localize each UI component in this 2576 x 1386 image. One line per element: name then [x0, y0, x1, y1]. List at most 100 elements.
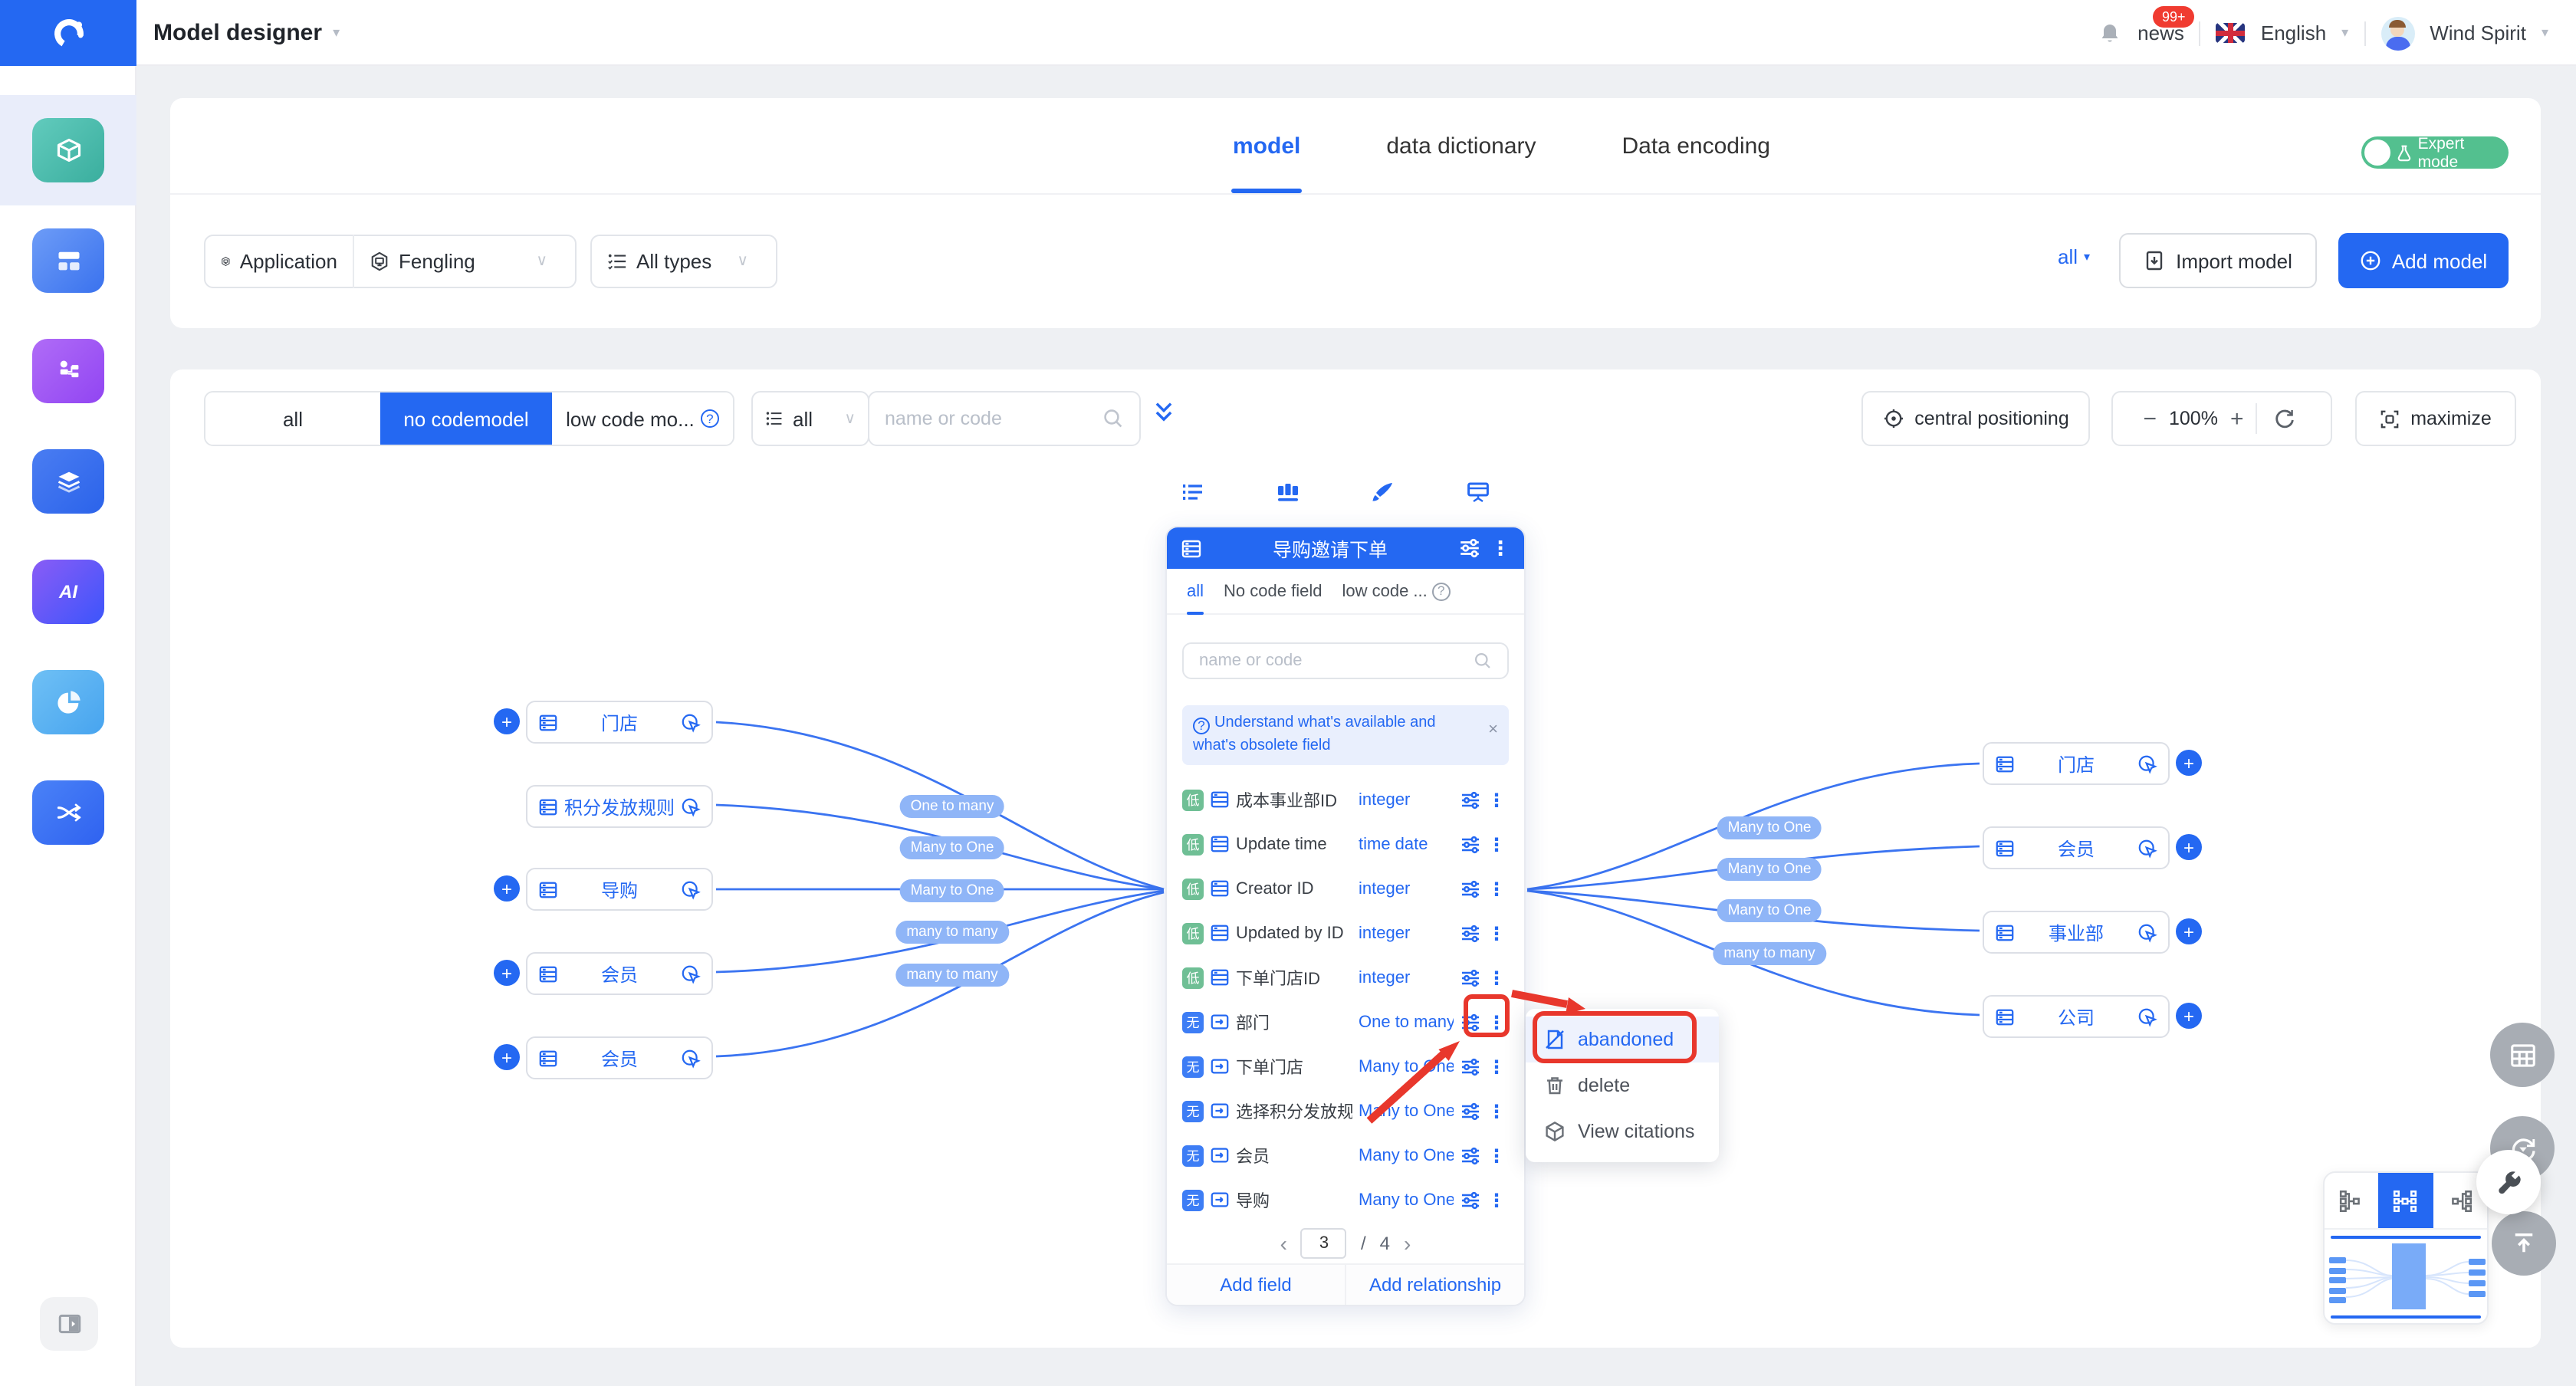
field-kebab-menu[interactable]: ⋮ [1487, 967, 1506, 988]
zoom-reset-button[interactable] [2258, 408, 2313, 429]
zoom-in-button[interactable]: + [2218, 406, 2256, 432]
field-settings-icon[interactable] [1460, 1145, 1481, 1166]
sidebar-item-ai[interactable]: AI [0, 537, 136, 647]
sidebar-item-pages[interactable] [0, 205, 136, 316]
app-logo[interactable] [0, 0, 136, 66]
entity-node-right-0[interactable]: 门店 [1983, 742, 2170, 785]
cursor-click-icon[interactable] [2137, 838, 2157, 858]
username-label[interactable]: Wind Spirit [2430, 21, 2526, 44]
model-kebab-menu[interactable]: ⋮ [1490, 536, 1510, 560]
field-kebab-menu[interactable]: ⋮ [1487, 1145, 1506, 1166]
cursor-click-icon[interactable] [681, 879, 701, 899]
field-settings-icon[interactable] [1460, 1100, 1481, 1122]
entity-node-left-4[interactable]: 会员 [526, 1036, 713, 1079]
canvas-search-input[interactable]: name or code [868, 391, 1141, 446]
add-relation-button[interactable]: + [2176, 918, 2202, 944]
add-relation-button[interactable]: + [494, 708, 520, 734]
add-relation-button[interactable]: + [2176, 834, 2202, 860]
field-kebab-menu[interactable]: ⋮ [1487, 1056, 1506, 1077]
zoom-out-button[interactable]: − [2131, 406, 2169, 432]
tab-data-encoding[interactable]: Data encoding [1622, 98, 1771, 193]
add-model-button[interactable]: Add model [2338, 233, 2509, 288]
cursor-click-icon[interactable] [2137, 1007, 2157, 1026]
menu-item-abandoned[interactable]: abandoned [1526, 1017, 1719, 1062]
field-settings-icon[interactable] [1460, 833, 1481, 855]
field-settings-icon[interactable] [1460, 922, 1481, 944]
expand-filters-button[interactable] [1153, 400, 1175, 425]
cursor-click-icon[interactable] [681, 796, 701, 816]
entity-node-right-2[interactable]: 事业部 [1983, 911, 2170, 954]
cursor-click-icon[interactable] [2137, 754, 2157, 773]
user-caret-icon[interactable]: ▾ [2542, 25, 2548, 41]
expert-mode-toggle[interactable]: Expert mode [2361, 136, 2509, 169]
tab-model[interactable]: model [1233, 98, 1300, 193]
menu-item-view-citations[interactable]: View citations [1526, 1108, 1719, 1154]
field-kebab-menu[interactable]: ⋮ [1487, 878, 1506, 899]
add-relation-button[interactable]: + [494, 875, 520, 902]
back-to-top-fab[interactable] [2492, 1211, 2556, 1276]
sidebar-item-analytics[interactable] [0, 647, 136, 757]
maximize-button[interactable]: maximize [2355, 391, 2516, 446]
field-kebab-menu[interactable]: ⋮ [1487, 1189, 1506, 1210]
field-filter-select[interactable]: all ∨ [751, 391, 869, 446]
bell-icon[interactable] [2098, 21, 2122, 45]
help-icon[interactable]: ? [701, 409, 719, 428]
sidebar-collapse-button[interactable] [40, 1297, 98, 1351]
entity-node-left-3[interactable]: 会员 [526, 952, 713, 995]
field-kebab-menu[interactable]: ⋮ [1487, 922, 1506, 944]
entity-node-left-2[interactable]: 导购 [526, 868, 713, 911]
field-tab-no-code[interactable]: No code field [1224, 568, 1322, 614]
cursor-click-icon[interactable] [681, 712, 701, 732]
language-caret-icon[interactable]: ▾ [2341, 25, 2348, 41]
type-filter-select[interactable]: All types ∨ [590, 235, 777, 288]
sidebar-item-layers[interactable] [0, 426, 136, 537]
add-relation-button[interactable]: + [2176, 750, 2202, 776]
segment-no-code-model[interactable]: no codemodel [380, 392, 552, 445]
add-relation-button[interactable]: + [494, 1044, 520, 1070]
menu-item-delete[interactable]: delete [1526, 1062, 1719, 1108]
add-field-button[interactable]: Add field [1167, 1265, 1345, 1305]
detail-list-icon[interactable] [1181, 480, 1205, 504]
central-positioning-button[interactable]: central positioning [1861, 391, 2090, 446]
field-kebab-menu-highlighted[interactable]: ⋮ [1487, 1011, 1506, 1033]
import-model-button[interactable]: Import model [2119, 233, 2317, 288]
add-relationship-button[interactable]: Add relationship [1345, 1265, 1524, 1305]
scope-dropdown[interactable]: all ▾ [2058, 245, 2090, 268]
sidebar-item-workflow[interactable] [0, 316, 136, 426]
entity-node-left-0[interactable]: 门店 [526, 701, 713, 744]
entity-node-right-1[interactable]: 会员 [1983, 826, 2170, 869]
application-select[interactable]: Application Fengling ∨ [204, 235, 577, 288]
help-icon[interactable]: ? [1432, 582, 1451, 600]
board-icon[interactable] [1466, 480, 1490, 504]
add-relation-button[interactable]: + [2176, 1003, 2202, 1029]
field-tab-all[interactable]: all [1187, 568, 1204, 614]
next-page-button[interactable]: › [1404, 1230, 1411, 1255]
cursor-click-icon[interactable] [2137, 922, 2157, 942]
field-search-input[interactable]: name or code [1182, 642, 1509, 679]
tools-fab[interactable] [2476, 1150, 2541, 1214]
close-icon[interactable]: × [1488, 719, 1498, 744]
segment-low-code-model[interactable]: low code mo... ? [552, 392, 733, 445]
sidebar-item-model[interactable] [0, 95, 136, 205]
field-settings-icon[interactable] [1460, 1011, 1481, 1033]
entity-node-left-1[interactable]: 积分发放规则 [526, 785, 713, 828]
page-input[interactable] [1301, 1227, 1347, 1258]
field-settings-icon[interactable] [1460, 789, 1481, 810]
layout-center-button[interactable] [2379, 1173, 2433, 1228]
field-kebab-menu[interactable]: ⋮ [1487, 833, 1506, 855]
user-avatar[interactable] [2380, 16, 2414, 50]
prev-page-button[interactable]: ‹ [1280, 1230, 1287, 1255]
field-settings-icon[interactable] [1460, 967, 1481, 988]
table-view-fab[interactable] [2490, 1023, 2555, 1087]
sidebar-item-integrations[interactable] [0, 757, 136, 868]
entity-node-right-3[interactable]: 公司 [1983, 995, 2170, 1038]
language-label[interactable]: English [2261, 21, 2326, 44]
field-kebab-menu[interactable]: ⋮ [1487, 1100, 1506, 1122]
add-relation-button[interactable]: + [494, 960, 520, 986]
model-card-header[interactable]: 导购邀请下单 ⋮ [1167, 527, 1524, 569]
field-settings-icon[interactable] [1460, 878, 1481, 899]
layout-left-tree-button[interactable] [2325, 1173, 2379, 1228]
field-tab-low-code[interactable]: low code ... ? [1342, 568, 1450, 614]
brush-icon[interactable] [1371, 480, 1395, 504]
field-settings-icon[interactable] [1460, 1189, 1481, 1210]
